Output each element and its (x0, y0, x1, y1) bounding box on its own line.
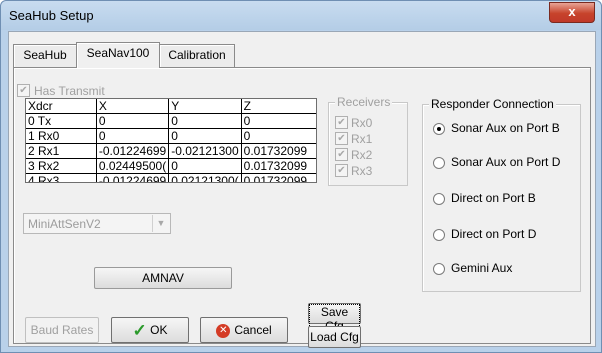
grid-cell-xdcr[interactable]: 4 Rx3 (26, 173, 97, 182)
receiver-rx2-checkbox[interactable]: ✔ Rx2 (335, 147, 372, 162)
amnav-button-label: AMNAV (142, 271, 184, 285)
grid-cell-x[interactable]: 0 (96, 128, 170, 144)
grid-header-xdcr: Xdcr (26, 99, 97, 114)
load-cfg-label: Load Cfg (310, 330, 359, 344)
radio-selected-icon (433, 122, 445, 135)
grid-cell-z[interactable]: 0.01732099 (241, 173, 316, 182)
receiver-rx0-checkbox[interactable]: ✔ Rx0 (335, 115, 372, 130)
checkbox-checked-icon: ✔ (335, 148, 348, 162)
receiver-rx1-label: Rx1 (351, 131, 373, 146)
table-row[interactable]: 4 Rx3 -0.01224699 0.02121300(0.01732099 (26, 173, 316, 182)
table-row[interactable]: 1 Rx0 0 0 0 (26, 128, 316, 144)
radio-gemini-aux[interactable]: Gemini Aux (433, 261, 512, 275)
tab-seahub-label: SeaHub (23, 48, 67, 62)
load-cfg-button[interactable]: Load Cfg (308, 326, 361, 348)
radio-unselected-icon (433, 192, 445, 205)
sensor-select-value: MiniAttSenV2 (28, 217, 101, 231)
checkbox-checked-icon: ✔ (335, 164, 348, 178)
transducer-grid[interactable]: Xdcr X Y Z 0 Tx 0 0 0 1 Rx0 0 0 0 2 Rx1 -0.01224699 -0… (25, 98, 317, 183)
responder-connection-group: Responder Connection Sonar Aux on Port B… (422, 97, 581, 292)
grid-cell-z[interactable]: 0.01732099 (241, 143, 316, 159)
grid-cell-x[interactable]: -0.01224699 (96, 173, 170, 182)
grid-cell-y[interactable]: -0.02121300 (168, 143, 242, 159)
grid-cell-z[interactable]: 0.01732099 (241, 158, 316, 174)
tab-seanav100[interactable]: SeaNav100 (76, 42, 160, 68)
radio-direct-port-d[interactable]: Direct on Port D (433, 227, 536, 241)
close-button[interactable]: x (549, 2, 595, 23)
tab-calibration-label: Calibration (168, 48, 226, 62)
table-row[interactable]: 2 Rx1 -0.01224699 -0.02121300 0.01732099 (26, 143, 316, 159)
tab-seahub[interactable]: SeaHub (13, 44, 77, 67)
cancel-icon: ✕ (216, 323, 231, 338)
radio-unselected-icon (433, 262, 445, 275)
grid-cell-y[interactable]: 0 (168, 158, 242, 174)
grid-cell-y[interactable]: 0 (168, 128, 242, 144)
sensor-select[interactable]: MiniAttSenV2 ▼ (23, 213, 171, 234)
checkbox-checked-icon: ✔ (17, 84, 30, 98)
grid-cell-xdcr[interactable]: 2 Rx1 (26, 143, 97, 159)
radio-unselected-icon (433, 156, 445, 169)
cancel-button-label: Cancel (234, 323, 272, 337)
amnav-button[interactable]: AMNAV (94, 267, 232, 289)
grid-cell-y[interactable]: 0 (168, 113, 242, 129)
baud-rates-button[interactable]: Baud Rates (25, 317, 99, 343)
grid-header-z: Z (241, 99, 316, 114)
baud-rates-label: Baud Rates (30, 323, 94, 337)
receivers-title: Receivers (335, 95, 393, 109)
grid-cell-x[interactable]: 0 (96, 113, 170, 129)
checkmark-icon: ✓ (132, 320, 147, 340)
transducer-table: Xdcr X Y Z 0 Tx 0 0 0 1 Rx0 0 0 0 2 Rx1 -0.01224699 -0… (26, 99, 316, 182)
title-bar[interactable]: SeaHub Setup x (1, 1, 601, 30)
has-transmit-checkbox[interactable]: ✔ Has Transmit (17, 83, 105, 98)
grid-cell-x[interactable]: 0.02449500( (96, 158, 170, 174)
grid-cell-x[interactable]: -0.01224699 (96, 143, 170, 159)
table-row[interactable]: 0 Tx 0 0 0 (26, 113, 316, 129)
table-row[interactable]: 3 Rx2 0.02449500(0 0.01732099 (26, 158, 316, 174)
grid-cell-xdcr[interactable]: 0 Tx (26, 113, 97, 129)
radio-unselected-icon (433, 228, 445, 241)
tab-calibration[interactable]: Calibration (159, 44, 235, 67)
grid-cell-xdcr[interactable]: 3 Rx2 (26, 158, 97, 174)
checkbox-checked-icon: ✔ (335, 116, 348, 130)
radio-sonar-aux-port-b[interactable]: Sonar Aux on Port B (433, 121, 560, 135)
cancel-button[interactable]: ✕ Cancel (200, 317, 288, 343)
radio-sonar-aux-port-d[interactable]: Sonar Aux on Port D (433, 155, 560, 169)
save-cfg-button[interactable]: Save Cfg (308, 303, 361, 334)
chevron-down-icon[interactable]: ▼ (152, 215, 169, 232)
close-icon: x (568, 4, 576, 19)
grid-header-x: X (96, 99, 170, 114)
ok-button-label: OK (150, 323, 168, 337)
radio-direct-port-b-label: Direct on Port B (451, 191, 536, 205)
grid-cell-xdcr[interactable]: 1 Rx0 (26, 128, 97, 144)
grid-header-row: Xdcr X Y Z (26, 99, 316, 114)
receiver-rx3-label: Rx3 (351, 163, 373, 178)
grid-cell-z[interactable]: 0 (241, 128, 316, 144)
tab-seanav100-label: SeaNav100 (86, 46, 150, 60)
radio-direct-port-d-label: Direct on Port D (451, 227, 537, 241)
receiver-rx2-label: Rx2 (351, 147, 373, 162)
has-transmit-label: Has Transmit (34, 83, 105, 98)
responder-connection-title: Responder Connection (429, 97, 556, 111)
window-title: SeaHub Setup (9, 8, 94, 23)
radio-sonar-aux-port-b-label: Sonar Aux on Port B (451, 121, 560, 135)
radio-direct-port-b[interactable]: Direct on Port B (433, 191, 536, 205)
radio-sonar-aux-port-d-label: Sonar Aux on Port D (451, 155, 561, 169)
radio-gemini-aux-label: Gemini Aux (451, 261, 513, 275)
grid-cell-z[interactable]: 0 (241, 113, 316, 129)
receiver-rx0-label: Rx0 (351, 115, 373, 130)
setup-window: SeaHub Setup x SeaHub SeaNav100 Calibrat… (0, 0, 602, 353)
receiver-rx1-checkbox[interactable]: ✔ Rx1 (335, 131, 372, 146)
checkbox-checked-icon: ✔ (335, 132, 348, 146)
ok-button[interactable]: ✓ OK (111, 317, 189, 343)
grid-header-y: Y (168, 99, 242, 114)
grid-cell-y[interactable]: 0.02121300( (168, 173, 242, 182)
receiver-rx3-checkbox[interactable]: ✔ Rx3 (335, 163, 372, 178)
receivers-group: Receivers ✔ Rx0 ✔ Rx1 ✔ Rx2 ✔ Rx3 (328, 95, 408, 186)
